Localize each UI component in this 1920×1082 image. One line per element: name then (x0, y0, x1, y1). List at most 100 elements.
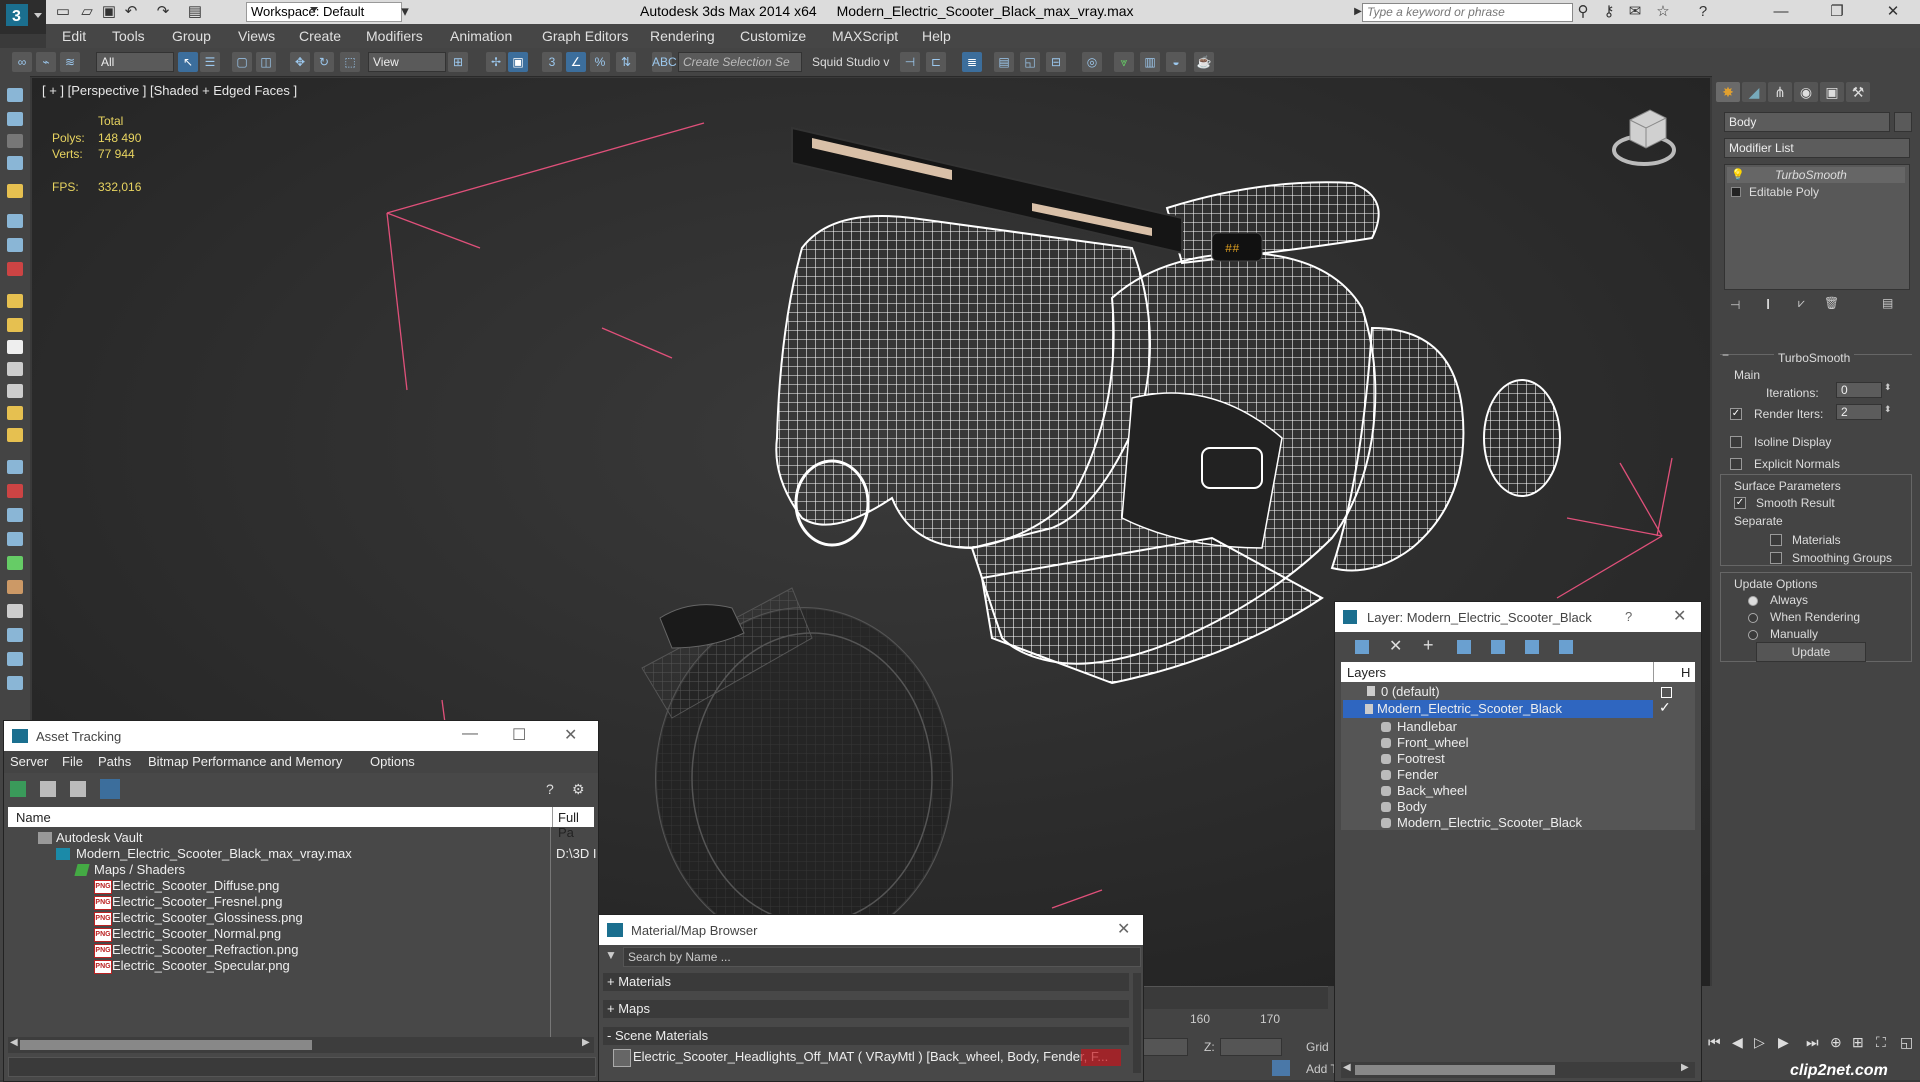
selection-filter-select[interactable]: All (96, 52, 174, 72)
asset-menu-server[interactable]: Server (10, 754, 48, 769)
smooth-result-checkbox[interactable]: ✓ (1734, 497, 1746, 509)
scrollbar-thumb[interactable] (1355, 1065, 1555, 1075)
vertical-scrollbar[interactable] (1133, 973, 1141, 1073)
zoom-icon[interactable]: ⊕ (1830, 1034, 1842, 1051)
asset-menu-options[interactable]: Options (370, 754, 415, 769)
close-icon[interactable]: ✕ (564, 725, 577, 745)
z-coord-field[interactable] (1220, 1038, 1282, 1056)
tool-icon[interactable] (7, 652, 23, 666)
communication-icon[interactable]: ✉ (1624, 2, 1646, 22)
play-icon[interactable]: ▷ (1754, 1034, 1765, 1051)
tool-icon[interactable] (7, 238, 23, 252)
tool-icon[interactable] (7, 428, 23, 442)
rect-selection-icon[interactable]: ▢ (232, 52, 252, 72)
angle-snap-icon[interactable]: ∠ (566, 52, 586, 72)
stack-item-editable-poly[interactable]: Editable Poly (1727, 184, 1905, 200)
rollout-collapse-icon[interactable]: − (1722, 348, 1729, 362)
spinner-arrows-icon[interactable]: ⬍ (1884, 382, 1892, 393)
squid-studio-label[interactable]: Squid Studio v (812, 55, 889, 69)
column-hide[interactable]: H (1681, 665, 1690, 680)
layer-object-row[interactable]: Handlebar (1397, 719, 1457, 734)
menu-customize[interactable]: Customize (740, 28, 806, 44)
modifier-list-select[interactable]: Modifier List (1724, 138, 1910, 158)
stack-item-turbosmooth[interactable]: 💡 TurboSmooth (1727, 167, 1905, 183)
maximize-viewport-icon[interactable]: ◱ (1900, 1034, 1913, 1051)
percent-snap-icon[interactable]: % (590, 52, 610, 72)
project-folder-icon[interactable]: ▤ (184, 2, 206, 22)
close-icon[interactable]: ✕ (1117, 919, 1130, 939)
list-view-icon[interactable] (40, 781, 56, 797)
search-input[interactable]: Type a keyword or phrase (1362, 3, 1573, 22)
menu-modifiers[interactable]: Modifiers (366, 28, 423, 44)
tree-item-texture[interactable]: Electric_Scooter_Diffuse.png (112, 878, 279, 893)
spinner-snap-icon[interactable]: ⇅ (616, 52, 636, 72)
edit-named-sets-icon[interactable]: ABC (652, 52, 677, 72)
workspace-select[interactable]: Workspace: Default (246, 2, 402, 22)
reference-coord-select[interactable]: View (368, 52, 446, 72)
table-view-icon[interactable] (70, 781, 86, 797)
motion-tab-icon[interactable]: ◉ (1794, 82, 1818, 102)
help-icon[interactable]: ? (546, 781, 554, 797)
smoothing-groups-checkbox[interactable] (1770, 552, 1782, 564)
key-icon[interactable]: ⚷ (1598, 2, 1620, 22)
menu-rendering[interactable]: Rendering (650, 28, 715, 44)
tool-icon[interactable] (7, 384, 23, 398)
open-file-icon[interactable]: ▱ (76, 2, 98, 22)
freeze-all-icon[interactable] (1559, 640, 1573, 654)
tool-icon[interactable] (7, 580, 23, 594)
star-icon[interactable]: ☆ (1652, 2, 1674, 22)
render-setup-icon[interactable]: ⩔ (1114, 52, 1134, 72)
layer-object-row[interactable]: Footrest (1397, 751, 1445, 766)
app-logo-icon[interactable]: 3 (0, 0, 46, 34)
lightbulb-icon[interactable]: 💡 (1731, 168, 1745, 181)
hide-all-icon[interactable] (1525, 640, 1539, 654)
tool-icon[interactable] (7, 318, 23, 332)
menu-animation[interactable]: Animation (450, 28, 512, 44)
rendered-frame-icon[interactable]: ▥ (1140, 52, 1160, 72)
tool-icon[interactable] (7, 532, 23, 546)
select-manipulate-icon[interactable]: ✢ (486, 52, 506, 72)
asset-menu-file[interactable]: File (62, 754, 83, 769)
goto-end-icon[interactable]: ⏭ (1806, 1034, 1819, 1051)
rotate-icon[interactable]: ↻ (314, 52, 334, 72)
curve-editor-icon[interactable]: ◱ (1020, 52, 1040, 72)
viewport-label[interactable]: [ + ] [Perspective ] [Shaded + Edged Fac… (42, 83, 297, 98)
render-production-icon[interactable]: ◒ (1166, 52, 1186, 72)
help-icon[interactable]: ? (1625, 609, 1632, 624)
iterations-spinner[interactable]: 0 (1836, 382, 1882, 398)
zoom-all-icon[interactable]: ⊞ (1852, 1034, 1864, 1051)
horizontal-scrollbar[interactable]: ◀ ▶ (8, 1037, 594, 1053)
layer-object-row[interactable]: Fender (1397, 767, 1438, 782)
settings-icon[interactable]: ⚙ (572, 781, 585, 798)
checkmark-icon[interactable]: ✓ (1659, 699, 1671, 716)
menu-views[interactable]: Views (238, 28, 275, 44)
layer-row-selected[interactable]: Modern_Electric_Scooter_Black (1343, 700, 1653, 718)
isoline-checkbox[interactable] (1730, 436, 1742, 448)
configure-sets-icon[interactable]: ▤ (1882, 296, 1893, 310)
manually-radio[interactable] (1748, 630, 1758, 640)
named-selection-set-select[interactable]: Create Selection Se (678, 52, 802, 72)
active-layer-checkbox[interactable] (1661, 687, 1672, 698)
tool-icon[interactable] (7, 406, 23, 420)
tool-icon[interactable] (7, 460, 23, 474)
render-iters-checkbox[interactable]: ✓ (1730, 408, 1742, 420)
chevron-down-icon[interactable] (310, 7, 318, 12)
restore-icon[interactable]: ❐ (1826, 2, 1848, 22)
layer-object-row[interactable]: Front_wheel (1397, 735, 1469, 750)
scrollbar-thumb[interactable] (20, 1040, 312, 1050)
goto-start-icon[interactable]: ⏮ (1708, 1034, 1721, 1051)
new-file-icon[interactable]: ▭ (52, 2, 74, 22)
menu-group[interactable]: Group (172, 28, 211, 44)
menu-graph-editors[interactable]: Graph Editors (542, 28, 628, 44)
minimize-icon[interactable]: — (1770, 2, 1792, 22)
bind-space-warp-icon[interactable]: ≋ (60, 52, 80, 72)
add-to-layer-icon[interactable]: + (1423, 635, 1434, 656)
column-name[interactable]: Name (16, 810, 51, 825)
expand-icon[interactable] (1731, 187, 1741, 197)
layer-horizontal-scrollbar[interactable]: ◀ ▶ (1341, 1062, 1695, 1078)
tree-item-vault[interactable]: Autodesk Vault (56, 830, 142, 845)
tree-item-maps[interactable]: Maps / Shaders (94, 862, 185, 877)
keyboard-shortcut-icon[interactable]: ▣ (508, 52, 528, 72)
layer-row-default[interactable]: 0 (default) (1381, 684, 1440, 699)
layer-manager-icon[interactable]: ≣ (962, 52, 982, 72)
